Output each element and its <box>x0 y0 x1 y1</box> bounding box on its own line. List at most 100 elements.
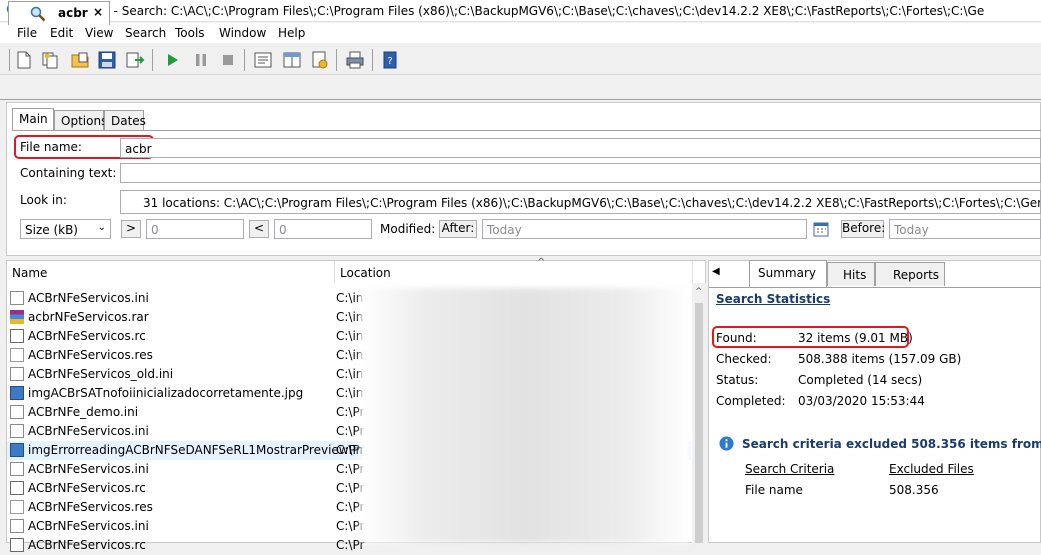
size-unit-select[interactable]: Size (kB) ⌄ <box>20 219 111 239</box>
print-icon[interactable] <box>345 50 365 70</box>
after-button[interactable]: After: <box>439 220 477 238</box>
report-icon[interactable] <box>253 50 273 70</box>
less-than-button[interactable]: < <box>249 220 269 238</box>
toolbar: ? <box>0 45 1041 75</box>
tab-dates[interactable]: Dates <box>104 110 146 130</box>
file-name-cell: ACBrNFeServicos.ini <box>28 291 149 305</box>
after-date-input[interactable]: Today <box>482 219 807 239</box>
toolbar-separator <box>336 49 337 71</box>
blurred-location-region <box>360 288 690 543</box>
title-bar: 32 files found - Search: C:\AC\;C:\Progr… <box>0 0 1041 22</box>
checked-value: 508.388 items (157.09 GB) <box>798 352 962 366</box>
search-criteria-column[interactable]: Search Criteria <box>745 462 834 476</box>
file-name-label: File name: <box>20 140 82 154</box>
copy-file-icon[interactable] <box>40 50 60 70</box>
tab-main[interactable]: Main <box>12 108 54 130</box>
rc-file-icon <box>10 481 24 495</box>
menu-search[interactable]: Search <box>125 26 166 40</box>
sort-arrow-icon: ^ <box>537 257 546 268</box>
status-value: Completed (14 secs) <box>798 373 923 387</box>
menu-window[interactable]: Window <box>219 26 266 40</box>
search-icon <box>30 6 46 22</box>
file-name-cell: ACBrNFeServicos.ini <box>28 519 149 533</box>
excluded-files-column[interactable]: Excluded Files <box>889 462 974 476</box>
help-book-icon[interactable]: ? <box>380 50 400 70</box>
toolbar-separator <box>152 49 153 71</box>
tab-scroll-left-icon[interactable]: ◀ <box>712 266 720 277</box>
size-max-input[interactable]: 0 <box>274 219 372 239</box>
file-name-cell: ACBrNFeServicos.rc <box>28 538 146 552</box>
file-name-cell: ACBrNFeServicos.rc <box>28 481 146 495</box>
res-file-icon <box>10 348 24 362</box>
jpg-file-icon <box>10 443 24 457</box>
tab-summary[interactable]: Summary <box>749 260 827 287</box>
ini-file-icon <box>10 367 24 381</box>
file-name-cell: ACBrNFeServicos.res <box>28 500 153 514</box>
stop-icon[interactable] <box>218 50 238 70</box>
menu-help[interactable]: Help <box>278 26 305 40</box>
layout-icon[interactable] <box>282 50 302 70</box>
file-name-cell: ACBrNFeServicos.rc <box>28 329 146 343</box>
size-min-input[interactable]: 0 <box>146 219 244 239</box>
open-folder-icon[interactable] <box>70 50 90 70</box>
search-statistics-heading: Search Statistics <box>716 292 831 306</box>
toolbar-grip <box>9 49 10 71</box>
toolbar-separator <box>372 49 373 71</box>
file-name-input[interactable]: acbr <box>120 138 1041 158</box>
menu-view[interactable]: View <box>85 26 113 40</box>
containing-text-input[interactable] <box>120 163 1041 183</box>
tab-hits[interactable]: Hits <box>827 262 875 286</box>
column-header-name[interactable]: Name <box>7 261 335 283</box>
tab-reports[interactable]: Reports <box>875 262 945 286</box>
look-in-input[interactable]: 31 locations: C:\AC\;C:\Program Files\;C… <box>120 190 1041 214</box>
settings-sheet-icon[interactable] <box>310 50 330 70</box>
svg-text:?: ? <box>387 56 392 67</box>
column-header-location[interactable]: Location <box>335 261 693 283</box>
greater-than-button[interactable]: > <box>121 220 141 238</box>
export-icon[interactable] <box>125 50 145 70</box>
found-value: 32 items (9.01 MB) <box>798 331 913 345</box>
calendar-icon[interactable] <box>812 220 830 238</box>
scroll-up-icon[interactable]: ^ <box>695 287 703 297</box>
before-button[interactable]: Before: <box>841 220 885 238</box>
ini-file-icon <box>10 291 24 305</box>
tab-options[interactable]: Options <box>54 110 107 130</box>
status-label: Status: <box>716 373 759 387</box>
completed-label: Completed: <box>716 394 786 408</box>
window-title: 32 files found - Search: C:\AC\;C:\Progr… <box>28 4 985 18</box>
new-file-icon[interactable] <box>14 50 34 70</box>
menu-file[interactable]: File <box>17 26 37 40</box>
menu-edit[interactable]: Edit <box>50 26 73 40</box>
file-name-cell: acbrNFeServicos.rar <box>28 310 149 324</box>
criteria-file-name: File name <box>745 483 803 497</box>
excluded-heading: Search criteria excluded 508.356 items f… <box>742 437 1041 451</box>
before-date-input[interactable]: Today <box>889 219 1041 239</box>
res-file-icon <box>10 500 24 514</box>
rar-file-icon <box>10 310 24 324</box>
completed-value: 03/03/2020 15:53:44 <box>798 394 925 408</box>
excluded-count: 508.356 <box>889 483 939 497</box>
search-tab-acbr[interactable]: acbr × <box>8 1 110 25</box>
scrollbar-thumb[interactable] <box>695 303 703 543</box>
save-icon[interactable] <box>97 50 117 70</box>
modified-label: Modified: <box>380 222 436 236</box>
ini-file-icon <box>10 424 24 438</box>
size-unit-value: Size (kB) <box>25 223 78 237</box>
file-name-cell: ACBrNFeServicos.ini <box>28 424 149 438</box>
search-tab-label: acbr <box>58 6 88 20</box>
checked-label: Checked: <box>716 352 772 366</box>
jpg-file-icon <box>10 386 24 400</box>
pause-icon[interactable] <box>191 50 211 70</box>
containing-text-label: Containing text: <box>20 166 117 180</box>
start-search-icon[interactable] <box>162 50 182 70</box>
tab-line <box>709 287 1041 288</box>
found-label: Found: <box>716 331 757 345</box>
tab-line <box>12 130 1041 131</box>
toolbar-separator <box>244 49 245 71</box>
file-name-cell: ACBrNFeServicos.ini <box>28 462 149 476</box>
menu-bar: File Edit View Search Tools Window Help <box>0 23 1041 43</box>
close-tab-icon[interactable]: × <box>93 5 103 19</box>
vertical-scrollbar[interactable]: ^ <box>692 283 706 543</box>
menu-tools[interactable]: Tools <box>175 26 205 40</box>
info-icon <box>719 436 734 451</box>
